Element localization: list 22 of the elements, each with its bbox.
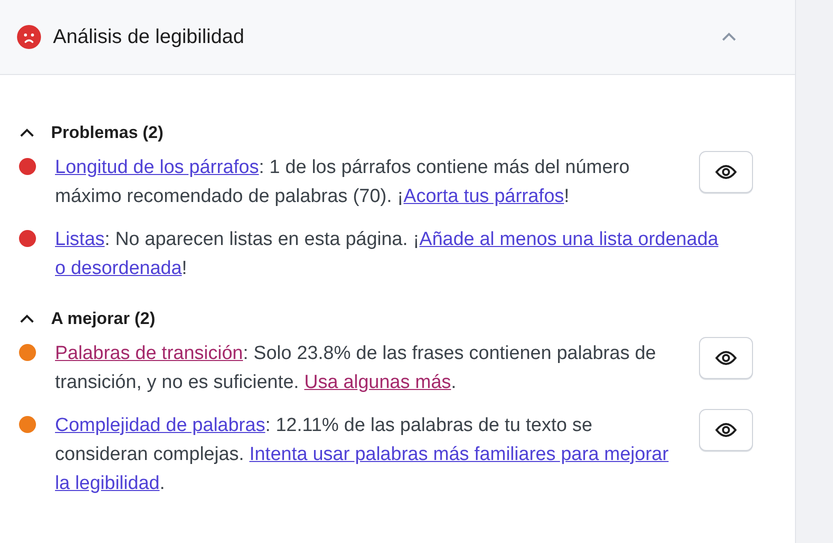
text-link[interactable]: Complejidad de palabras — [55, 415, 266, 436]
eye-button[interactable] — [699, 337, 753, 379]
section-title: A mejorar (2) — [51, 309, 156, 329]
eye-icon — [715, 164, 737, 180]
eye-icon — [715, 422, 737, 438]
chevron-icon[interactable] — [19, 128, 35, 138]
text-link[interactable]: Palabras de transición — [55, 343, 243, 364]
eye-icon — [715, 350, 737, 366]
text-link[interactable]: Longitud de los párrafos — [55, 157, 259, 178]
text-link[interactable]: Intenta usar palabras más familiares para mejorar — [249, 444, 669, 465]
eye-button[interactable] — [699, 151, 753, 193]
section-title: Problemas (2) — [51, 123, 164, 143]
eye-button[interactable] — [699, 409, 753, 451]
text-link[interactable]: la legibilidad — [55, 473, 160, 494]
result-text: Listas: No aparecen listas en esta página. ¡Añade al menos una lista ordenada o desordenada! — [55, 228, 720, 281]
chevron-icon[interactable] — [19, 314, 35, 324]
text-link[interactable]: Añade al menos una lista ordenada — [419, 229, 718, 250]
text-link[interactable]: o desordenada — [55, 258, 182, 279]
panel-title: Análisis de legibilidad — [53, 26, 246, 48]
text-link[interactable]: Listas — [55, 229, 105, 250]
text-link[interactable]: Acorta tus párrafos — [404, 186, 564, 207]
text-link[interactable]: Usa algunas más — [304, 372, 452, 393]
